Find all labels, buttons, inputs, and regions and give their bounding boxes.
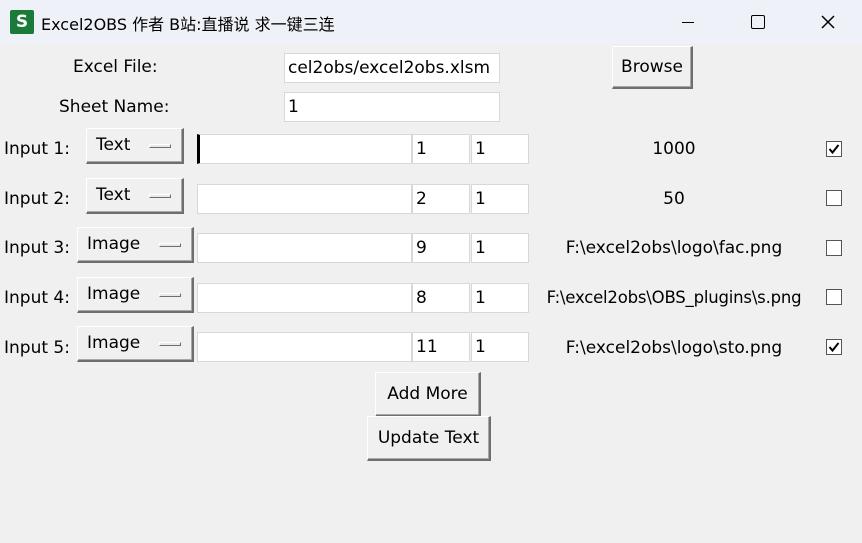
input-4-col-field[interactable]: 1 (471, 283, 529, 313)
dropdown-indicator-icon (149, 144, 171, 148)
input-2-checkbox[interactable] (826, 190, 842, 206)
input-2-text-field[interactable] (197, 184, 412, 214)
input-5-row-field[interactable]: 11 (412, 332, 470, 362)
checkmark-icon (828, 144, 840, 155)
sheet-name-label: Sheet Name: (59, 97, 170, 117)
input-2-value: 50 (663, 189, 685, 209)
input-3-col-field[interactable]: 1 (471, 233, 529, 263)
dropdown-indicator-icon (159, 342, 181, 346)
excel-file-label: Excel File: (73, 57, 158, 77)
input-2-label: Input 2: (4, 189, 70, 209)
input-4-value: F:\excel2obs\OBS_plugins\s.png (546, 288, 802, 307)
input-3-label: Input 3: (4, 238, 70, 258)
input-3-text-field[interactable] (197, 233, 412, 263)
input-2-type-select[interactable]: Text (86, 178, 184, 214)
input-5-checkbox[interactable] (826, 339, 842, 355)
input-1-label: Input 1: (4, 139, 70, 159)
input-3-type-value: Image (87, 234, 141, 254)
input-5-value: F:\excel2obs\logo\sto.png (565, 338, 783, 358)
input-3-value: F:\excel2obs\logo\fac.png (565, 238, 783, 258)
minimize-icon (682, 21, 694, 23)
dropdown-indicator-icon (159, 243, 181, 247)
input-5-text-field[interactable] (197, 332, 412, 362)
input-2-row-field[interactable]: 2 (412, 184, 470, 214)
input-1-type-value: Text (96, 135, 131, 155)
dropdown-indicator-icon (159, 293, 181, 297)
input-1-text-field[interactable] (197, 134, 412, 164)
maximize-icon (751, 15, 765, 29)
dropdown-indicator-icon (149, 194, 171, 198)
input-4-row-field[interactable]: 8 (412, 283, 470, 313)
input-5-label: Input 5: (4, 338, 70, 358)
input-4-type-select[interactable]: Image (77, 277, 194, 313)
input-4-text-field[interactable] (197, 283, 412, 313)
input-3-checkbox[interactable] (826, 240, 842, 256)
update-text-button[interactable]: Update Text (367, 416, 491, 461)
input-5-col-field[interactable]: 1 (471, 332, 529, 362)
input-3-type-select[interactable]: Image (77, 227, 194, 263)
title-bar[interactable]: S Excel2OBS 作者 B站:直播说 求一键三连 (0, 0, 862, 44)
input-1-value: 1000 (652, 139, 696, 159)
input-5-type-value: Image (87, 333, 141, 353)
input-2-type-value: Text (96, 185, 131, 205)
input-3-row-field[interactable]: 9 (412, 233, 470, 263)
input-2-col-field[interactable]: 1 (471, 184, 529, 214)
minimize-button[interactable] (654, 0, 722, 44)
browse-button[interactable]: Browse (612, 46, 693, 89)
checkmark-icon (828, 342, 840, 353)
close-icon (821, 15, 835, 29)
input-1-checkbox[interactable] (826, 141, 842, 157)
input-1-col-field[interactable]: 1 (471, 134, 529, 164)
input-4-label: Input 4: (4, 288, 70, 308)
input-4-type-value: Image (87, 284, 141, 304)
close-button[interactable] (794, 0, 862, 44)
input-4-checkbox[interactable] (826, 289, 842, 305)
input-5-type-select[interactable]: Image (77, 326, 194, 362)
sheet-name-field[interactable]: 1 (284, 92, 500, 122)
excel-file-field[interactable]: cel2obs/excel2obs.xlsm (284, 53, 500, 83)
window-title: Excel2OBS 作者 B站:直播说 求一键三连 (41, 15, 335, 34)
add-more-button[interactable]: Add More (375, 372, 481, 417)
maximize-button[interactable] (724, 0, 792, 44)
app-icon: S (10, 10, 34, 34)
input-1-row-field[interactable]: 1 (412, 134, 470, 164)
input-1-type-select[interactable]: Text (86, 128, 184, 164)
